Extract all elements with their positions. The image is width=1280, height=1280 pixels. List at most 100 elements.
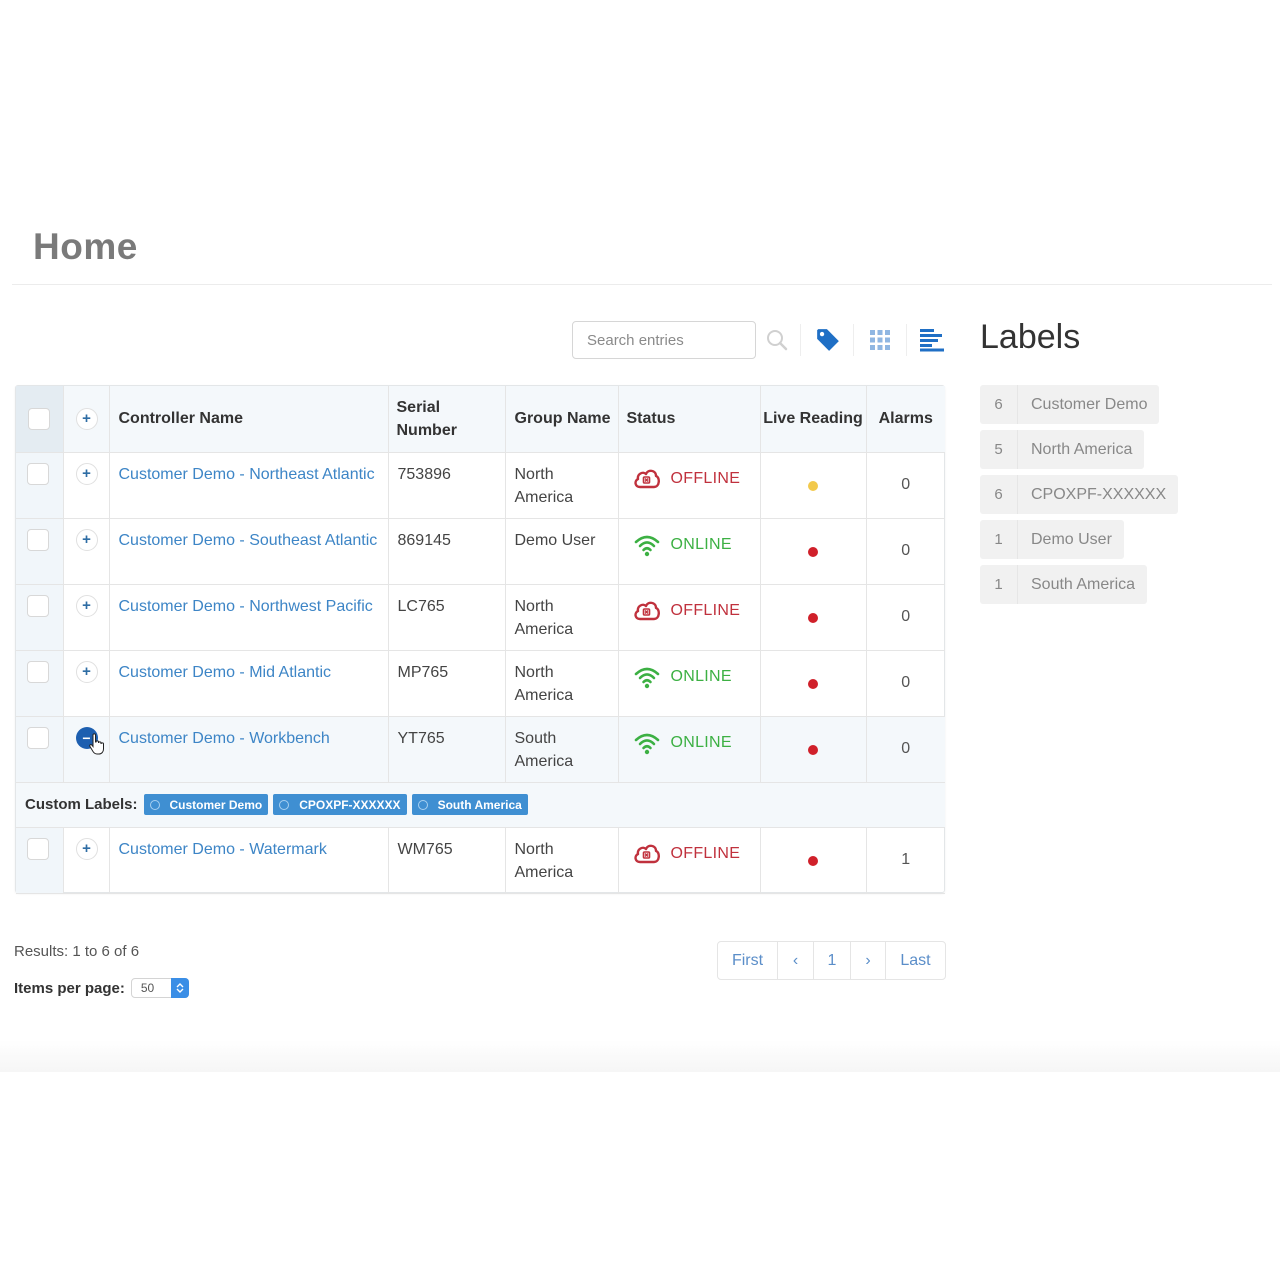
controller-name-link[interactable]: Customer Demo - Southeast Atlantic <box>110 519 388 552</box>
controller-name-link[interactable]: Customer Demo - Watermark <box>110 828 388 861</box>
alarms-count: 0 <box>901 739 911 757</box>
pagination-first[interactable]: First <box>718 942 778 979</box>
label-filter-item[interactable]: 1 Demo User <box>980 520 1124 559</box>
status-text: OFFLINE <box>670 469 741 487</box>
tag-ring-icon <box>279 799 290 810</box>
toolbar-divider <box>800 324 801 356</box>
column-header-alarms[interactable]: Alarms <box>865 386 945 453</box>
group-name: North America <box>514 465 574 506</box>
row-checkbox[interactable] <box>27 528 49 551</box>
serial-number: MP765 <box>397 663 449 681</box>
row-checkbox[interactable] <box>27 594 49 617</box>
custom-labels-row: Custom Labels: Customer Demo CPOXPF-XXXXXX… <box>16 781 945 828</box>
column-header-status[interactable]: Status <box>617 386 761 453</box>
items-per-page-select[interactable]: 50 <box>130 978 189 998</box>
label-count: 1 <box>980 520 1018 559</box>
results-summary: Results: 1 to 6 of 6 <box>14 943 140 960</box>
select-all-checkbox[interactable] <box>28 407 50 430</box>
pagination-page-1[interactable]: 1 <box>814 942 851 979</box>
label-filter-item[interactable]: 5 North America <box>980 430 1145 469</box>
wifi-online-icon <box>633 665 661 689</box>
alarms-count: 0 <box>901 607 911 625</box>
row-checkbox[interactable] <box>27 462 49 485</box>
search-icon[interactable] <box>761 324 793 356</box>
column-header-group-name[interactable]: Group Name <box>504 386 619 453</box>
status-badge: ONLINE <box>619 717 760 755</box>
live-reading-indicator <box>808 480 818 491</box>
label-filter-item[interactable]: 1 South America <box>980 565 1148 604</box>
toolbar-divider <box>906 324 907 356</box>
list-view-icon[interactable] <box>916 324 948 356</box>
label-name: Customer Demo <box>1031 395 1148 413</box>
column-header-live-reading[interactable]: Live Reading <box>759 386 867 453</box>
toolbar-divider <box>853 324 854 356</box>
page-title: Home <box>33 226 138 267</box>
status-badge: ONLINE <box>619 519 760 557</box>
expand-all-button[interactable]: + <box>75 407 98 430</box>
label-filter-item[interactable]: 6 Customer Demo <box>980 385 1160 424</box>
pagination-last[interactable]: Last <box>886 942 945 979</box>
title-divider <box>12 284 1272 285</box>
row-checkbox[interactable] <box>27 660 49 683</box>
live-reading-indicator <box>808 678 818 689</box>
alarms-count: 0 <box>901 673 911 691</box>
items-per-page: Items per page: 50 <box>14 978 189 998</box>
status-text: ONLINE <box>670 733 732 751</box>
custom-label-tag[interactable]: CPOXPF-XXXXXX <box>273 794 407 815</box>
custom-labels-caption: Custom Labels: <box>25 796 138 813</box>
controller-name-link[interactable]: Customer Demo - Northwest Pacific <box>110 585 388 618</box>
controller-name-link[interactable]: Customer Demo - Mid Atlantic <box>110 651 388 684</box>
group-name: South America <box>514 729 574 770</box>
status-text: OFFLINE <box>670 601 741 619</box>
table-row: − Customer Demo - Workbench YT765 South Ame… <box>16 715 945 783</box>
custom-label-tag[interactable]: South America <box>411 794 528 815</box>
custom-label-tag[interactable]: Customer Demo <box>143 794 269 815</box>
wifi-online-icon <box>633 533 661 557</box>
collapse-row-button[interactable]: − <box>75 726 104 754</box>
label-name: South America <box>1031 575 1136 593</box>
page-bottom-edge <box>0 1040 1280 1072</box>
controllers-table: + Controller Name Serial Number Group Na… <box>15 385 945 894</box>
status-text: ONLINE <box>670 667 732 685</box>
group-name: Demo User <box>514 531 596 549</box>
row-checkbox[interactable] <box>27 726 49 749</box>
pagination-next[interactable]: › <box>851 942 886 979</box>
column-header-controller-name[interactable]: Controller Name <box>108 386 389 453</box>
tag-ring-icon <box>149 799 160 810</box>
tag-icon[interactable] <box>812 324 844 356</box>
cloud-offline-icon <box>633 842 661 866</box>
group-name: North America <box>514 597 574 638</box>
pagination-prev[interactable]: ‹ <box>778 942 814 979</box>
table-row: + Customer Demo - Mid Atlantic MP765 North … <box>16 649 945 717</box>
serial-number: LC765 <box>397 597 445 615</box>
serial-number: 753896 <box>397 465 451 483</box>
expand-row-button[interactable]: + <box>75 528 98 551</box>
live-reading-indicator <box>808 855 818 866</box>
status-badge: ONLINE <box>619 651 760 689</box>
status-text: ONLINE <box>670 535 732 553</box>
status-text: OFFLINE <box>670 844 741 862</box>
grid-view-icon[interactable] <box>864 324 896 356</box>
alarms-count: 0 <box>901 475 911 493</box>
serial-number: YT765 <box>397 729 445 747</box>
expand-row-button[interactable]: + <box>75 594 98 617</box>
row-checkbox[interactable] <box>27 837 49 860</box>
status-badge: OFFLINE <box>619 585 760 623</box>
expand-row-button[interactable]: + <box>75 660 98 683</box>
expand-row-button[interactable]: + <box>75 837 98 860</box>
cloud-offline-icon <box>633 467 661 491</box>
controller-name-link[interactable]: Customer Demo - Workbench <box>110 717 388 750</box>
expand-row-button[interactable]: + <box>75 462 98 485</box>
label-name: CPOXPF-XXXXXX <box>1031 485 1167 503</box>
group-name: North America <box>514 663 574 704</box>
controller-name-link[interactable]: Customer Demo - Northeast Atlantic <box>110 453 388 486</box>
column-header-serial-number[interactable]: Serial Number <box>387 386 506 453</box>
search-input[interactable] <box>572 321 756 359</box>
live-reading-indicator <box>808 612 818 623</box>
live-reading-indicator <box>808 744 818 755</box>
table-row: + Customer Demo - Watermark WM765 North Ame… <box>16 826 945 894</box>
cloud-offline-icon <box>633 599 661 623</box>
labels-list: 6 Customer Demo 5 North America 6 CPOXPF-XXXX… <box>980 385 1179 610</box>
group-name: North America <box>514 840 574 881</box>
label-filter-item[interactable]: 6 CPOXPF-XXXXXX <box>980 475 1179 514</box>
